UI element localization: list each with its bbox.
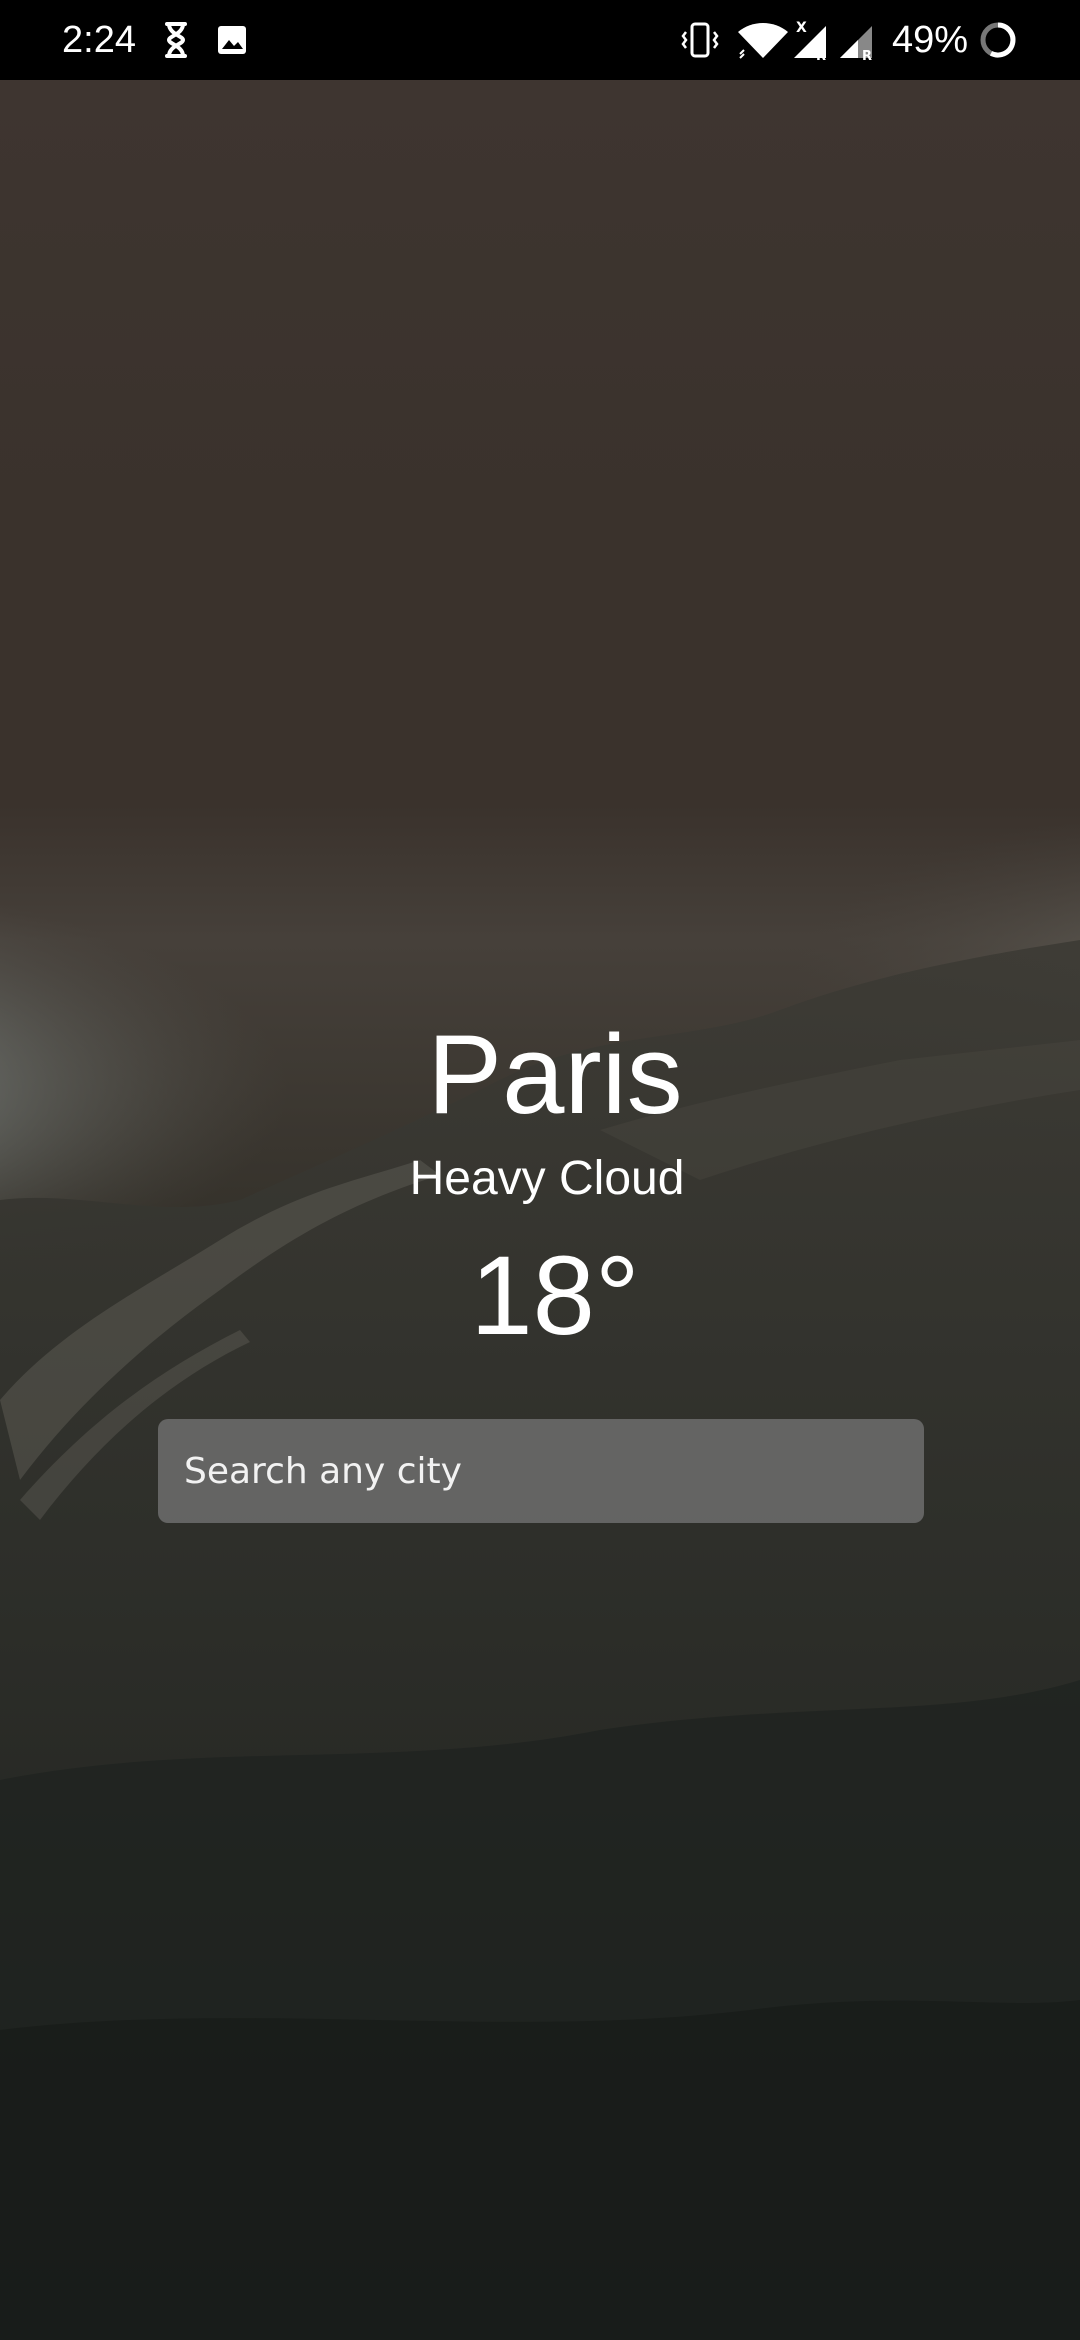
status-time: 2:24 bbox=[62, 19, 136, 61]
weather-condition: Heavy Cloud bbox=[409, 1152, 685, 1205]
image-icon bbox=[218, 26, 246, 54]
svg-text:R: R bbox=[862, 49, 872, 62]
svg-text:R: R bbox=[816, 49, 826, 62]
background-image bbox=[0, 80, 1080, 2340]
city-name: Paris bbox=[427, 1012, 683, 1137]
weather-screen: 2:24 X R R 49% Paris Heavy Cloud 18° Sea… bbox=[0, 0, 1080, 2340]
city-search-box[interactable] bbox=[158, 1419, 924, 1523]
signal-r-icon: R bbox=[840, 26, 872, 62]
battery-ring-icon bbox=[980, 22, 1016, 58]
status-bar: 2:24 X R R 49% bbox=[0, 0, 1080, 80]
hourglass-icon bbox=[165, 22, 187, 58]
vibrate-icon bbox=[681, 22, 719, 58]
temperature: 18° bbox=[470, 1233, 640, 1358]
wifi-icon bbox=[738, 23, 788, 59]
signal-x-icon: X R bbox=[794, 20, 826, 62]
city-search-input[interactable] bbox=[184, 1450, 898, 1492]
svg-text:X: X bbox=[796, 20, 807, 36]
mountain-scene bbox=[0, 810, 1080, 2340]
battery-percent: 49% bbox=[892, 19, 969, 61]
